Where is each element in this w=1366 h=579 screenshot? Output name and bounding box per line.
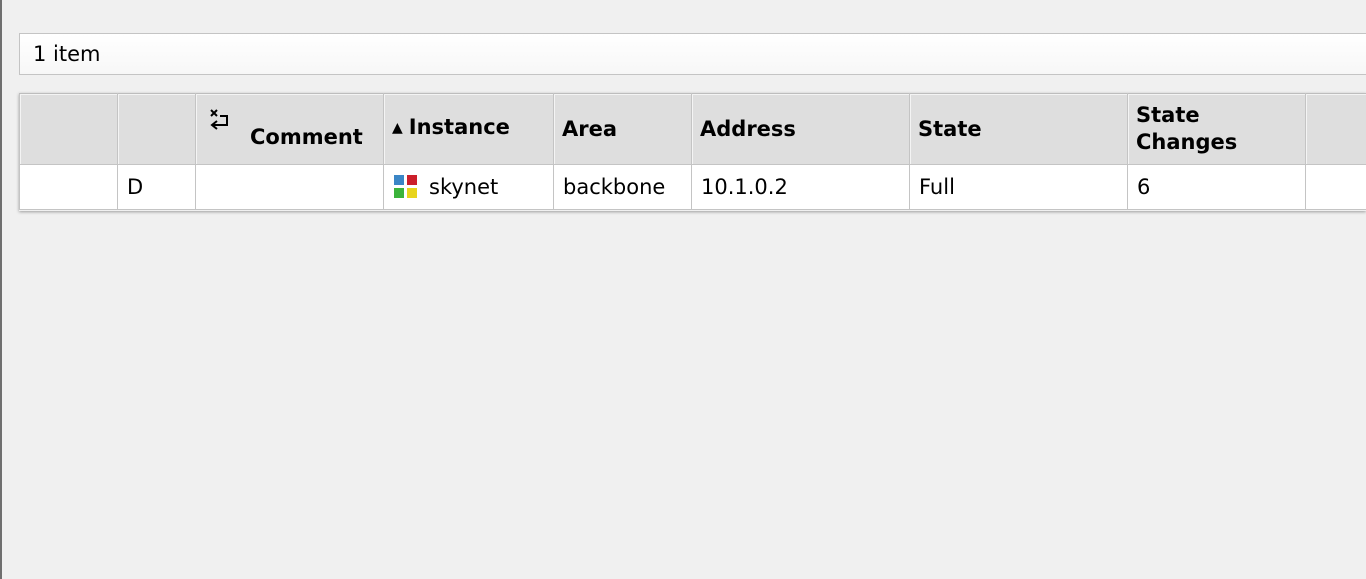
cell-instance: skynet [383,164,554,210]
cell-blank-9 [1305,164,1366,210]
cell-state-changes: 6 [1127,164,1306,210]
column-header-area[interactable]: Area [553,93,692,165]
column-header-address[interactable]: Address [691,93,910,165]
column-header-comment-label: Comment [250,125,363,149]
cell-instance-label: skynet [429,175,499,199]
sort-ascending-icon: ▲ [392,120,403,136]
table-row[interactable]: D skynet backbone 10.1.0.2 Full 6 [19,164,1366,210]
instance-icon [394,175,417,198]
column-header-state[interactable]: State [909,93,1128,165]
cell-state: Full [909,164,1128,210]
item-count-label: 1 item [33,42,101,66]
comment-toggle-icon[interactable] [208,108,232,134]
table-header-row: Comment ▲ Instance Area Address State Sta… [19,93,1366,165]
cell-flag: D [117,164,196,210]
column-header-blank-9[interactable] [1305,93,1366,165]
column-header-comment[interactable]: Comment [195,93,384,165]
cell-blank [19,164,118,210]
column-header-blank-1[interactable] [19,93,118,165]
cell-address: 10.1.0.2 [691,164,910,210]
neighbors-table: Comment ▲ Instance Area Address State Sta… [19,93,1366,211]
column-header-state-changes[interactable]: State Changes [1127,93,1306,165]
cell-comment [195,164,384,210]
column-header-blank-2[interactable] [117,93,196,165]
window-left-border [0,0,2,579]
column-header-instance[interactable]: ▲ Instance [383,93,554,165]
column-header-instance-label: Instance [408,115,510,139]
item-count-bar: 1 item [19,33,1366,75]
cell-area: backbone [553,164,692,210]
